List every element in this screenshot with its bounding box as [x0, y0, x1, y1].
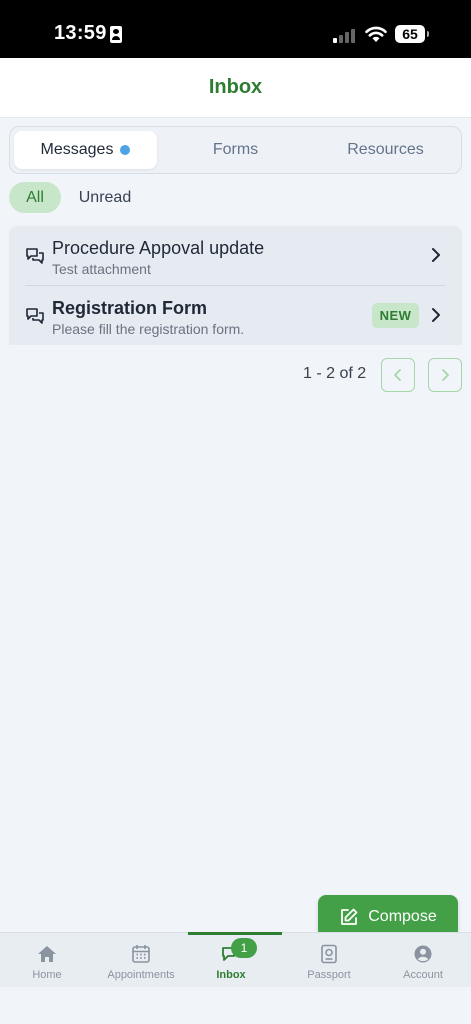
nav-appointments[interactable]: Appointments [96, 933, 186, 988]
chat-bubbles-icon [26, 308, 44, 324]
status-bar: 13:59 65 [0, 0, 471, 58]
message-subtitle: Please fill the registration form. [52, 321, 245, 337]
chevron-right-icon [432, 308, 440, 322]
page-title: Inbox [208, 76, 263, 98]
filter-unread-chip[interactable]: Unread [70, 182, 140, 213]
nav-home[interactable]: Home [2, 933, 92, 988]
battery-indicator: 65 [395, 25, 429, 43]
wifi-icon [365, 26, 387, 42]
tab-messages[interactable]: Messages [14, 131, 157, 169]
chevron-left-icon [394, 369, 401, 381]
previous-page-button[interactable] [381, 358, 415, 392]
next-page-button[interactable] [428, 358, 462, 392]
tab-bar: Messages Forms Resources [9, 126, 462, 174]
signal-icon [333, 27, 357, 43]
status-time: 13:59 [54, 22, 107, 44]
home-indicator-area [0, 987, 471, 1024]
filter-all-chip[interactable]: All [9, 182, 61, 213]
new-badge: NEW [372, 303, 419, 328]
unread-dot-icon [120, 145, 131, 155]
message-subtitle: Test attachment [52, 261, 151, 277]
tab-label: Resources [347, 141, 424, 158]
message-title: Registration Form [52, 298, 208, 318]
nav-label: Inbox [216, 969, 246, 981]
home-icon [38, 946, 56, 962]
chevron-right-icon [442, 369, 449, 381]
app-header: Inbox [0, 58, 471, 118]
compose-label: Compose [368, 907, 437, 925]
pagination-info: 1 - 2 of 2 [303, 365, 367, 382]
chat-bubbles-icon [26, 248, 44, 264]
inbox-count-badge: 1 [231, 938, 257, 958]
tab-forms[interactable]: Forms [161, 131, 310, 169]
message-item[interactable]: Procedure Appoval update Test attachment [9, 226, 462, 286]
message-title: Procedure Appoval update [52, 238, 265, 258]
tab-label: Messages [40, 141, 114, 158]
tab-resources[interactable]: Resources [311, 131, 460, 169]
edit-icon [341, 908, 358, 925]
nav-account[interactable]: Account [378, 933, 468, 988]
person-icon [110, 26, 122, 43]
nav-label: Appointments [107, 969, 175, 981]
account-icon [414, 945, 432, 963]
message-item[interactable]: Registration Form Please fill the regist… [9, 286, 462, 345]
nav-passport[interactable]: Passport [284, 933, 374, 988]
nav-label: Passport [307, 969, 351, 981]
message-list: Procedure Appoval update Test attachment… [9, 226, 462, 345]
tab-label: Forms [212, 141, 259, 158]
nav-inbox[interactable]: Inbox [186, 933, 276, 988]
passport-icon [321, 944, 337, 964]
nav-label: Account [403, 969, 443, 981]
calendar-icon [132, 945, 150, 963]
chevron-right-icon [432, 248, 440, 262]
nav-label: Home [32, 969, 62, 981]
